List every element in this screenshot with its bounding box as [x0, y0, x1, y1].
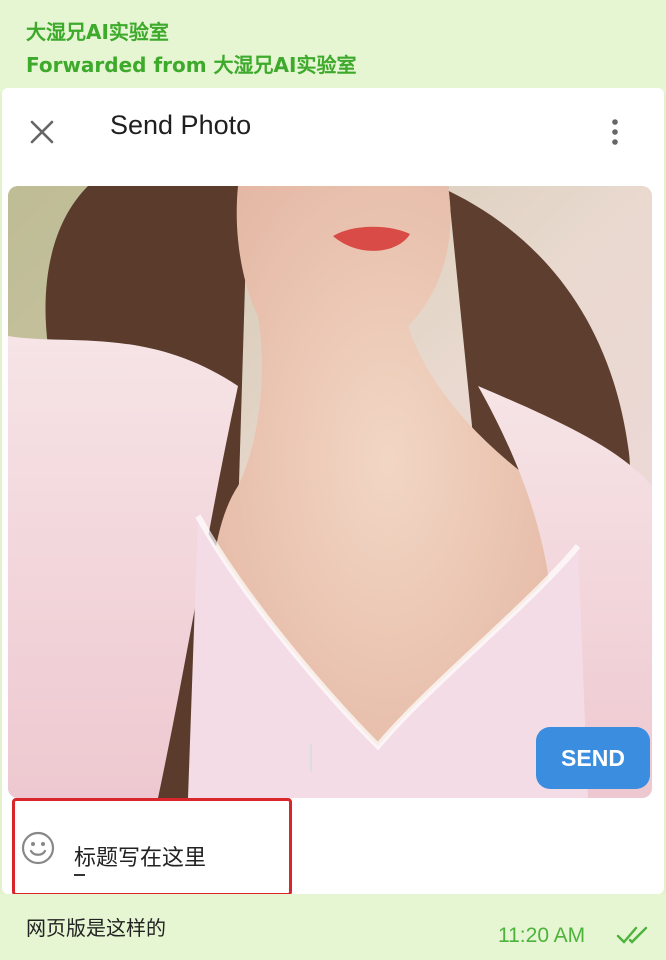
dialog-title: Send Photo	[110, 110, 252, 140]
channel-name[interactable]: 大湿兄AI实验室	[26, 16, 169, 45]
forward-header: 大湿兄AI实验室 Forwarded from 大湿兄AI实验室	[0, 0, 666, 92]
close-icon	[30, 120, 54, 144]
more-vertical-icon	[612, 119, 618, 145]
caption-cursor	[74, 874, 85, 876]
double-check-icon	[616, 926, 648, 944]
message-footer: 网页版是这样的 11:20 AM	[0, 894, 666, 960]
forwarded-from-label[interactable]: Forwarded from 大湿兄AI实验室	[26, 49, 356, 78]
close-button[interactable]	[24, 114, 60, 150]
more-options-button[interactable]	[598, 112, 632, 152]
message-time: 11:20 AM	[498, 924, 586, 947]
send-button[interactable]: SEND	[536, 727, 650, 789]
caption-row: 标题写在这里	[2, 800, 664, 890]
emoji-icon	[21, 831, 55, 865]
photo-preview[interactable]	[8, 186, 652, 798]
caption-input[interactable]: 标题写在这里	[74, 840, 206, 872]
emoji-button[interactable]	[20, 830, 56, 866]
message-text: 网页版是这样的	[26, 916, 166, 940]
text-cursor	[310, 744, 312, 772]
